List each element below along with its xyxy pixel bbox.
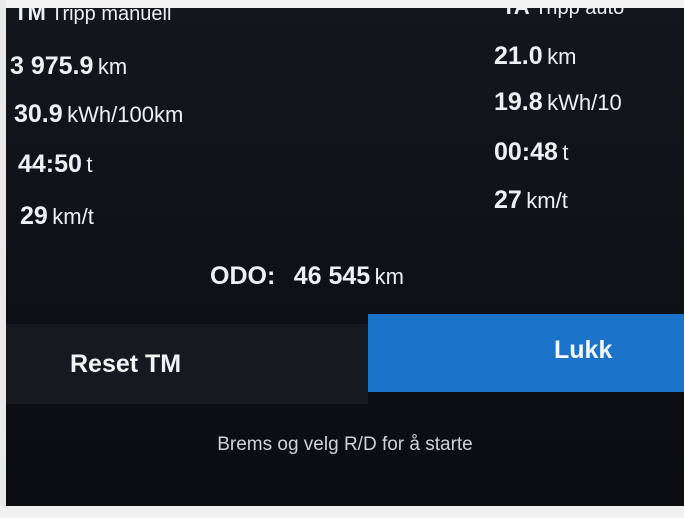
trip-manual-time-unit: t xyxy=(86,152,93,177)
close-button-label: Lukk xyxy=(554,336,613,364)
close-button[interactable]: Lukk xyxy=(368,314,684,392)
reset-tm-button[interactable]: Reset TM xyxy=(6,324,368,404)
trip-auto-time: 00:48 t xyxy=(494,138,569,167)
trip-manual-distance-unit: km xyxy=(97,54,128,79)
trip-manual-consumption: 30.9 kWh/100km xyxy=(14,100,183,129)
trip-manual-label: Tripp manuell xyxy=(50,8,172,25)
trip-manual-distance: 3 975.9 km xyxy=(10,52,127,81)
odometer-unit: km xyxy=(374,264,404,289)
trip-auto-time-unit: t xyxy=(562,140,569,165)
trip-manual-header: TM Tripp manuell xyxy=(14,8,171,26)
trip-auto-speed-unit: km/t xyxy=(526,188,568,213)
screen-bezel-top xyxy=(0,0,684,8)
trip-auto-consumption-unit: kWh/10 xyxy=(547,90,622,115)
odometer-label: ODO: xyxy=(210,262,276,290)
trip-manual-speed: 29 km/t xyxy=(20,202,94,231)
reset-tm-button-label: Reset TM xyxy=(70,350,182,378)
trip-manual-time: 44:50 t xyxy=(18,150,93,179)
trip-manual-consumption-value: 30.9 xyxy=(14,100,63,128)
trip-auto-header: TA Tripp auto xyxy=(502,8,624,20)
start-hint-text: Brems og velg R/D for å starte xyxy=(217,434,473,455)
odometer-value: 46 545 xyxy=(293,262,371,290)
trip-auto-time-value: 00:48 xyxy=(494,138,558,166)
trip-manual-distance-value: 3 975.9 xyxy=(10,52,94,80)
odometer: ODO: 46 545 km xyxy=(210,262,404,291)
trip-manual-speed-value: 29 xyxy=(20,202,48,230)
trip-manual-speed-unit: km/t xyxy=(52,204,94,229)
trip-auto-speed: 27 km/t xyxy=(494,186,568,215)
screen-bezel-bottom xyxy=(0,506,684,518)
trip-manual-time-value: 44:50 xyxy=(18,150,82,178)
trip-auto-speed-value: 27 xyxy=(494,186,522,214)
trip-auto-distance-unit: km xyxy=(547,44,577,69)
trip-computer-screen: TM Tripp manuell 3 975.9 km 30.9 kWh/100… xyxy=(6,8,684,506)
trip-auto-consumption-value: 19.8 xyxy=(494,88,543,116)
trip-manual-abbr: TM xyxy=(14,8,46,25)
trip-auto-distance: 21.0 km xyxy=(494,42,576,71)
trip-auto-abbr: TA xyxy=(502,8,530,19)
trip-auto-consumption: 19.8 kWh/10 xyxy=(494,88,622,117)
trip-auto-label: Tripp auto xyxy=(534,8,625,19)
trip-auto-distance-value: 21.0 xyxy=(494,42,543,70)
trip-manual-consumption-unit: kWh/100km xyxy=(67,102,184,127)
